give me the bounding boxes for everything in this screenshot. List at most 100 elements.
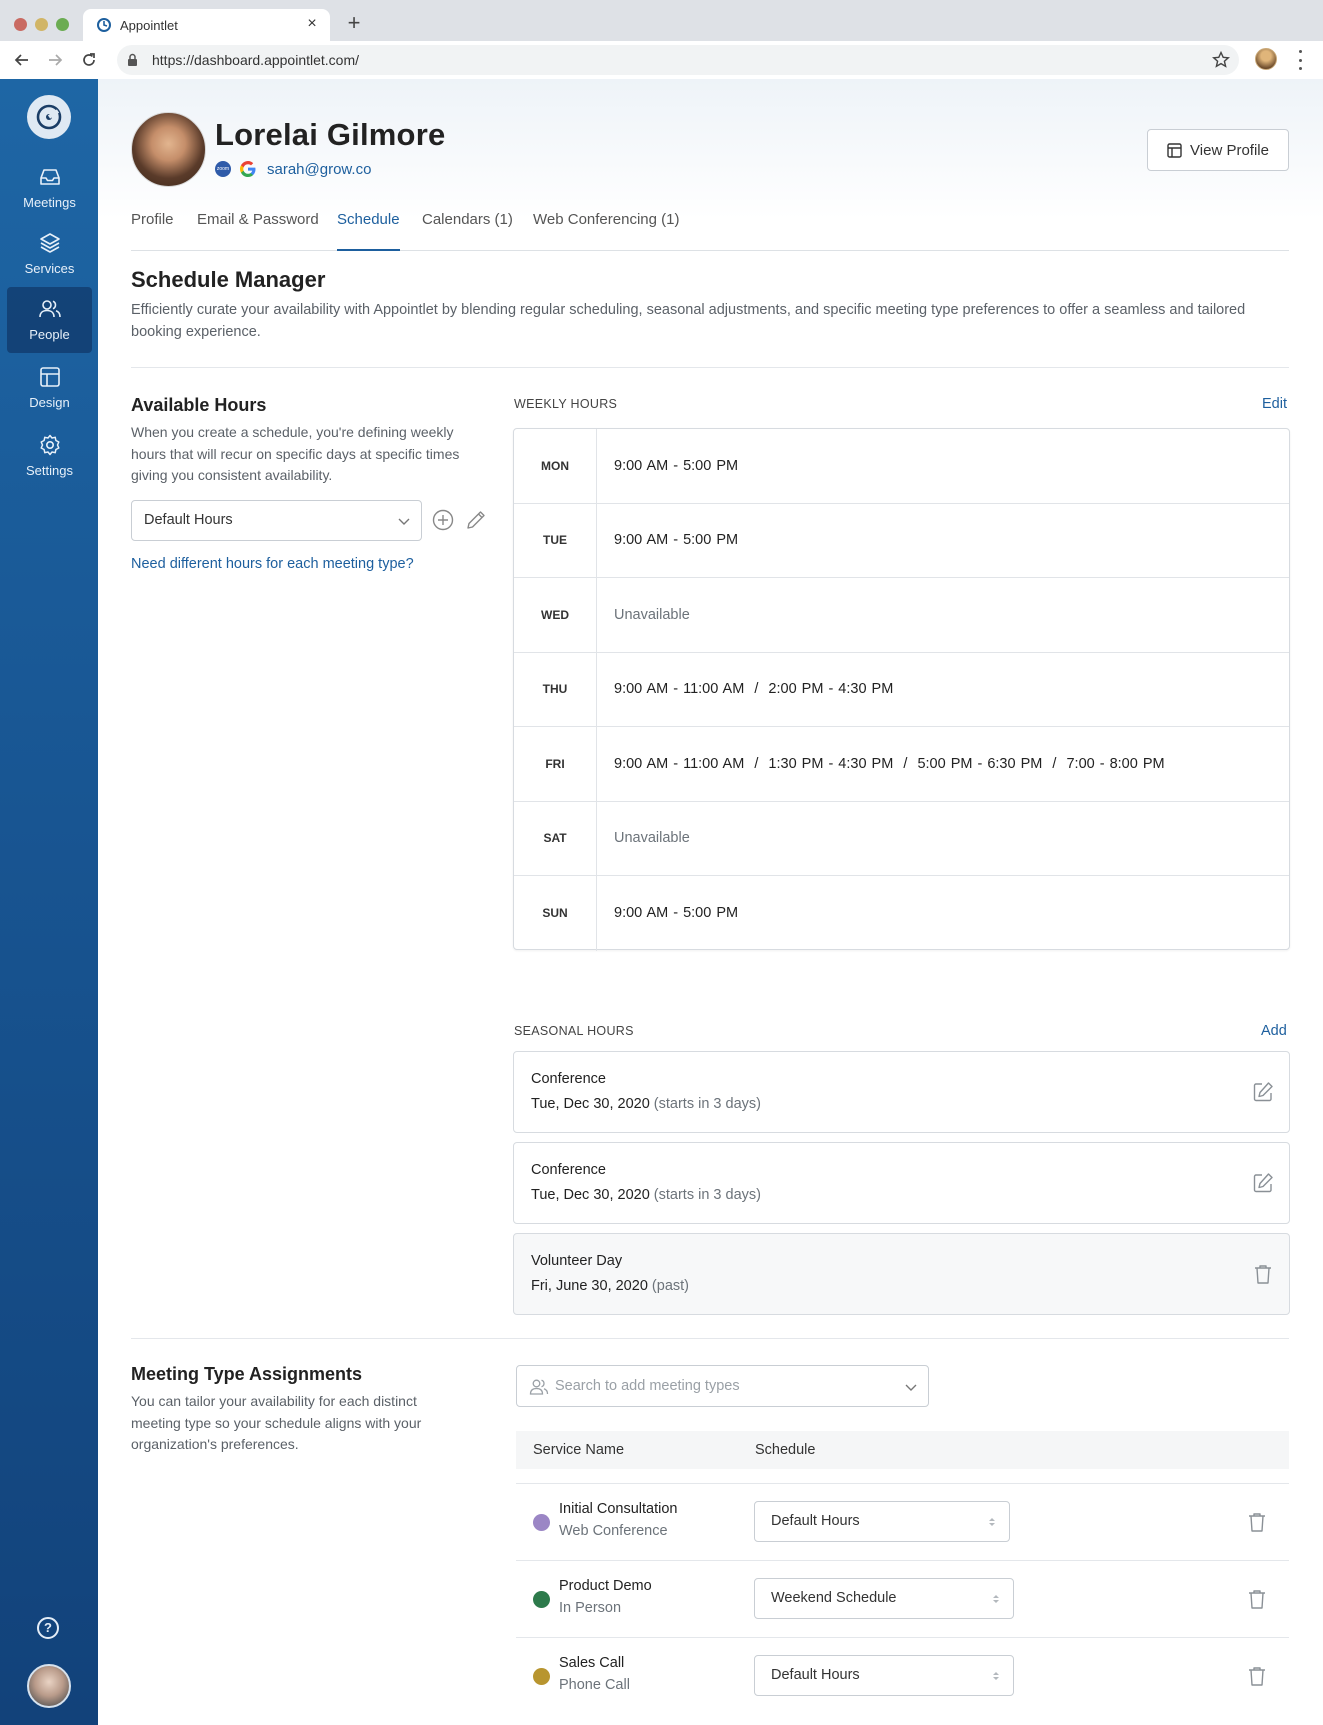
weekly-row-sat: SAT Unavailable [514, 801, 1289, 876]
profile-email: sarah@grow.co [267, 161, 372, 178]
different-hours-link[interactable]: Need different hours for each meeting ty… [131, 556, 414, 572]
weekly-row-fri: FRI 9:00 AM - 11:00 AM / 1:30 PM - 4:30 … [514, 727, 1289, 802]
browser-tab[interactable]: Appointlet × [83, 9, 330, 41]
url-text: https://dashboard.appointlet.com/ [152, 52, 360, 68]
schedule-manager-title: Schedule Manager [131, 267, 326, 292]
service-schedule-select[interactable]: Default Hours [754, 1501, 1010, 1542]
day-label: TUE [514, 503, 597, 577]
sort-arrows-icon [993, 1672, 999, 1680]
chevron-down-icon [905, 1384, 917, 1391]
meeting-types-table-header: Service Name Schedule [516, 1431, 1289, 1469]
browser-menu-icon[interactable] [1292, 50, 1308, 70]
seasonal-date: Tue, Dec 30, 2020 [531, 1096, 650, 1112]
seasonal-date-line: Tue, Dec 30, 2020 (starts in 3 days) [531, 1187, 761, 1203]
tab-profile[interactable]: Profile [131, 209, 174, 251]
seasonal-status: (starts in 3 days) [653, 1096, 761, 1112]
edit-square-icon[interactable] [1251, 1080, 1275, 1104]
sidebar-item-label: Settings [26, 463, 73, 478]
address-bar[interactable]: https://dashboard.appointlet.com/ [117, 45, 1239, 75]
pencil-icon [467, 511, 485, 529]
tab-calendars[interactable]: Calendars (1) [422, 209, 513, 251]
sidebar-item-meetings[interactable]: Meetings [7, 155, 92, 221]
service-schedule-select[interactable]: Default Hours [754, 1655, 1014, 1696]
search-placeholder: Search to add meeting types [555, 1378, 740, 1394]
lock-icon [128, 53, 137, 66]
section-divider [131, 367, 1289, 368]
add-seasonal-hours-link[interactable]: Add [1261, 1023, 1287, 1039]
view-profile-button[interactable]: View Profile [1147, 129, 1289, 171]
meeting-types-title: Meeting Type Assignments [131, 1364, 363, 1384]
layout-icon [1167, 142, 1182, 158]
day-label: MON [514, 429, 597, 503]
service-schedule-select[interactable]: Weekend Schedule [754, 1578, 1014, 1619]
sidebar-item-settings[interactable]: Settings [7, 423, 92, 489]
column-schedule: Schedule [755, 1442, 816, 1458]
gear-icon [40, 434, 60, 456]
user-avatar[interactable] [27, 1664, 71, 1708]
tab-close-icon[interactable]: × [302, 14, 322, 34]
view-profile-label: View Profile [1190, 141, 1269, 159]
browser-profile-avatar[interactable] [1255, 48, 1277, 70]
tab-email-password[interactable]: Email & Password [197, 209, 319, 251]
edit-schedule-button[interactable] [464, 508, 488, 532]
seasonal-hours-label: SEASONAL HOURS [514, 1024, 634, 1038]
edit-square-icon[interactable] [1251, 1171, 1275, 1195]
column-service-name: Service Name [533, 1442, 625, 1458]
service-schedule-value: Default Hours [771, 1667, 860, 1683]
tab-web-conferencing[interactable]: Web Conferencing (1) [533, 209, 679, 251]
trash-icon[interactable] [1245, 1510, 1269, 1534]
service-color-dot [533, 1591, 550, 1608]
arrow-right-icon [49, 54, 63, 66]
forward-button[interactable] [42, 47, 68, 73]
seasonal-card[interactable]: Conference Tue, Dec 30, 2020 (starts in … [513, 1051, 1290, 1133]
schedule-select[interactable]: Default Hours [131, 500, 422, 541]
sort-arrows-icon [993, 1595, 999, 1603]
inbox-icon [40, 169, 60, 185]
meeting-type-search[interactable]: Search to add meeting types [516, 1365, 929, 1407]
trash-icon[interactable] [1251, 1262, 1275, 1286]
day-label: THU [514, 652, 597, 726]
schedule-select-value: Default Hours [144, 512, 233, 528]
arrow-left-icon [14, 54, 28, 66]
plus-circle-icon [432, 509, 454, 531]
service-color-dot [533, 1514, 550, 1531]
profile-name: Lorelai Gilmore [215, 117, 446, 152]
add-schedule-button[interactable] [431, 508, 455, 532]
seasonal-date: Fri, June 30, 2020 [531, 1278, 648, 1294]
edit-weekly-hours-link[interactable]: Edit [1262, 396, 1287, 412]
main-content: Lorelai Gilmore zoom sarah@grow.co View … [98, 79, 1323, 1725]
help-icon[interactable]: ? [37, 1617, 59, 1639]
table-row: Product Demo In Person Weekend Schedule [516, 1560, 1289, 1637]
browser-toolbar: https://dashboard.appointlet.com/ [0, 41, 1323, 79]
new-tab-button[interactable]: + [343, 12, 365, 34]
seasonal-card-past[interactable]: Volunteer Day Fri, June 30, 2020 (past) [513, 1233, 1290, 1315]
day-hours: 9:00 AM - 5:00 PM [614, 532, 739, 549]
weekly-row-mon: MON 9:00 AM - 5:00 PM [514, 429, 1289, 504]
sidebar-item-label: Design [29, 395, 70, 410]
trash-icon[interactable] [1245, 1664, 1269, 1688]
day-hours: 9:00 AM - 11:00 AM / 2:00 PM - 4:30 PM [614, 681, 894, 698]
reload-button[interactable] [76, 47, 102, 73]
appointlet-logo-icon [36, 104, 62, 130]
close-window-button[interactable] [14, 18, 27, 31]
day-label: FRI [514, 727, 597, 801]
trash-icon[interactable] [1245, 1587, 1269, 1611]
seasonal-status: (starts in 3 days) [653, 1187, 761, 1203]
layout-icon [40, 367, 60, 387]
seasonal-card[interactable]: Conference Tue, Dec 30, 2020 (starts in … [513, 1142, 1290, 1224]
service-name: Initial Consultation [559, 1501, 678, 1517]
service-schedule-value: Weekend Schedule [771, 1590, 897, 1606]
zoom-icon: zoom [215, 161, 231, 177]
bookmark-star-icon[interactable] [1211, 50, 1231, 70]
appointlet-logo[interactable] [27, 95, 71, 139]
back-button[interactable] [9, 47, 35, 73]
sidebar-item-people[interactable]: People [7, 287, 92, 353]
sidebar-item-services[interactable]: Services [7, 221, 92, 287]
minimize-window-button[interactable] [35, 18, 48, 31]
day-label: WED [514, 578, 597, 652]
seasonal-date-line: Tue, Dec 30, 2020 (starts in 3 days) [531, 1096, 761, 1112]
maximize-window-button[interactable] [56, 18, 69, 31]
sidebar-item-design[interactable]: Design [7, 355, 92, 421]
sidebar-item-label: Services [24, 261, 75, 276]
tab-schedule[interactable]: Schedule [337, 209, 400, 251]
